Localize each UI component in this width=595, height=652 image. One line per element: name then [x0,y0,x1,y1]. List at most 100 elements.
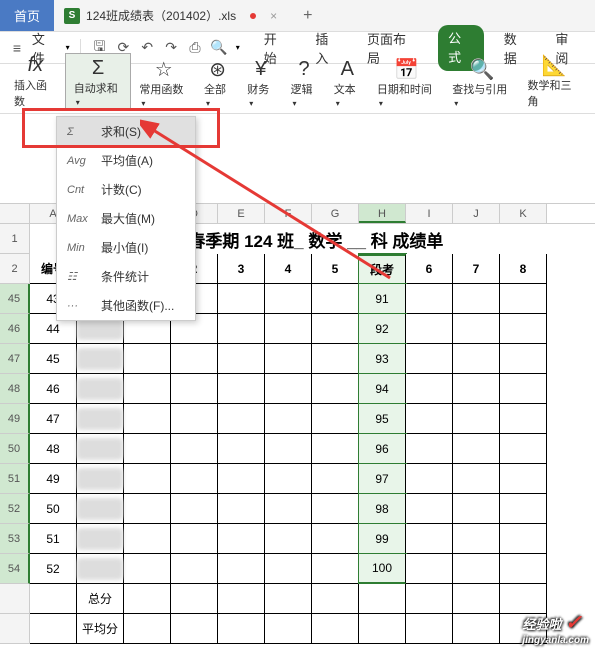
row-header[interactable]: 51 [0,464,30,494]
row-header[interactable]: 53 [0,524,30,554]
cell[interactable] [312,554,359,584]
row-header[interactable] [0,584,30,614]
cell[interactable] [218,314,265,344]
dropdown-item-conditional[interactable]: ☷ 条件统计 [57,262,195,291]
cell[interactable] [500,344,547,374]
cell[interactable] [171,614,218,644]
row-header[interactable]: 45 [0,284,30,314]
row-header[interactable]: 50 [0,434,30,464]
cell[interactable]: 4 [265,254,312,284]
cell[interactable] [265,344,312,374]
finance-button[interactable]: ¥ 财务▾ [239,55,282,111]
cell[interactable] [171,494,218,524]
cell[interactable] [406,284,453,314]
cell[interactable] [453,314,500,344]
lookup-button[interactable]: 🔍 查找与引用▾ [444,55,519,111]
common-functions-button[interactable]: ☆ 常用函数▾ [131,55,196,111]
cell[interactable]: 段考 [359,254,406,284]
cell[interactable] [218,464,265,494]
col-header[interactable]: K [500,204,547,223]
row-header[interactable]: 52 [0,494,30,524]
cell-exam-score[interactable]: 98 [359,494,406,524]
cell[interactable] [77,554,124,584]
cell-avg-label[interactable]: 平均分 [77,614,124,644]
col-header[interactable]: G [312,204,359,223]
dropdown-item-max[interactable]: Max 最大值(M) [57,204,195,233]
cell[interactable]: 47 [30,404,77,434]
math-button[interactable]: 📐 数学和三角 [520,51,589,111]
dropdown-item-more[interactable]: ··· 其他函数(F)... [57,291,195,320]
dropdown-item-count[interactable]: Cnt 计数(C) [57,175,195,204]
undo-icon[interactable]: ↶ [138,39,156,57]
cell[interactable] [124,374,171,404]
cell[interactable] [77,434,124,464]
cell[interactable] [406,464,453,494]
cell[interactable] [312,524,359,554]
col-header[interactable]: E [218,204,265,223]
cell[interactable] [30,584,77,614]
cell[interactable] [500,434,547,464]
cell[interactable] [30,614,77,644]
cell-exam-score[interactable]: 96 [359,434,406,464]
preview-icon[interactable]: 🔍 [210,39,228,57]
cell[interactable] [359,614,406,644]
datetime-button[interactable]: 📅 日期和时间▾ [369,55,444,111]
cell-exam-score[interactable]: 100 [359,554,406,584]
cell[interactable] [124,554,171,584]
cell[interactable] [265,434,312,464]
cell-exam-score[interactable]: 91 [359,284,406,314]
row-header[interactable]: 54 [0,554,30,584]
cell[interactable] [500,464,547,494]
cell[interactable] [312,314,359,344]
cell-exam-score[interactable]: 99 [359,524,406,554]
cell[interactable] [218,404,265,434]
cell[interactable] [312,404,359,434]
cell[interactable] [218,374,265,404]
cell[interactable] [124,524,171,554]
cell[interactable] [406,524,453,554]
cell[interactable] [359,584,406,614]
cell[interactable] [77,524,124,554]
col-header[interactable]: F [265,204,312,223]
cell[interactable] [265,374,312,404]
cell[interactable] [500,524,547,554]
print-icon[interactable]: ⎙ [186,39,204,57]
cell[interactable] [500,494,547,524]
cell[interactable]: 3 [218,254,265,284]
cell[interactable]: 8 [500,254,547,284]
cell[interactable]: 45 [30,344,77,374]
cell[interactable] [406,344,453,374]
cell[interactable] [77,464,124,494]
cell[interactable] [312,344,359,374]
cell-exam-score[interactable]: 93 [359,344,406,374]
col-header[interactable]: H [359,204,406,223]
col-header[interactable]: J [453,204,500,223]
cell[interactable] [453,344,500,374]
cell[interactable] [453,434,500,464]
cell[interactable] [406,614,453,644]
cell[interactable] [77,404,124,434]
cell[interactable] [312,494,359,524]
cell[interactable]: 52 [30,554,77,584]
cell-exam-score[interactable]: 97 [359,464,406,494]
row-header[interactable]: 1 [0,224,30,254]
cell[interactable] [453,374,500,404]
close-icon[interactable]: × [270,9,277,23]
cell[interactable]: 5 [312,254,359,284]
cell-exam-score[interactable]: 92 [359,314,406,344]
cell[interactable] [171,374,218,404]
insert-function-button[interactable]: fx 插入函数 [6,51,65,111]
cell[interactable] [77,374,124,404]
cell[interactable] [265,614,312,644]
cell[interactable]: 51 [30,524,77,554]
cell[interactable] [453,464,500,494]
cell[interactable] [406,494,453,524]
row-header[interactable]: 2 [0,254,30,284]
logic-button[interactable]: ? 逻辑▾ [282,55,325,111]
cell[interactable] [406,404,453,434]
cell[interactable]: 49 [30,464,77,494]
cell[interactable] [124,434,171,464]
cell[interactable] [406,314,453,344]
cell[interactable] [265,524,312,554]
cell[interactable] [500,284,547,314]
